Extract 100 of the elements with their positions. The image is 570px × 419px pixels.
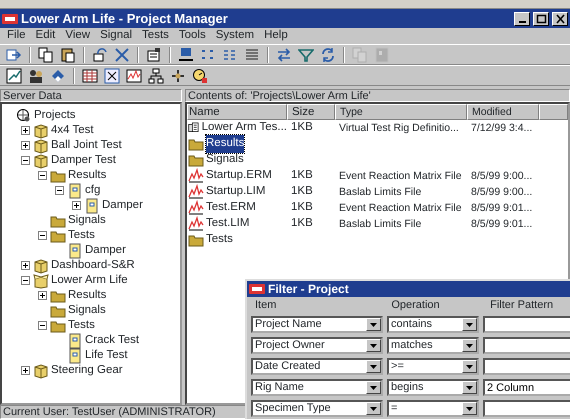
file-size: 1KB [290,120,314,136]
column-header[interactable]: Name [187,104,287,120]
operation-dropdown[interactable]: begins [387,379,479,396]
signal-button[interactable] [124,66,144,84]
column-header[interactable]: Size [287,104,335,120]
collapse-toggle[interactable] [55,186,64,195]
app-logo-icon [2,14,18,24]
file-name[interactable]: Test.ERM [206,199,256,217]
menu-item[interactable]: File [2,27,31,45]
plus-icon [73,202,80,209]
collapse-toggle[interactable] [38,321,47,330]
operation-dropdown[interactable]: >= [387,358,479,375]
chart-button[interactable] [4,66,24,84]
item-dropdown[interactable]: Project Name [251,316,384,333]
box-icon [33,152,49,168]
collapse-toggle[interactable] [38,171,47,180]
file-name[interactable]: Lower Arm Tes... [202,119,287,137]
matrix-button[interactable] [102,66,122,84]
expand-toggle[interactable] [38,291,47,300]
file-name[interactable]: Test.LIM [206,215,250,233]
item-dropdown[interactable]: Rig Name [251,379,384,396]
file-type: Event Reaction Matrix File [338,169,463,184]
tree-item[interactable]: Damper Test [49,152,118,170]
operation-dropdown[interactable]: contains [387,316,479,333]
file-name[interactable]: Results [206,135,244,153]
pattern-field[interactable] [483,358,570,375]
file-name[interactable]: Startup.ERM [206,167,272,185]
tree-item[interactable]: Life Test [83,346,130,364]
box-icon [33,138,49,154]
tree-item[interactable]: Results [66,166,108,184]
collapse-toggle[interactable] [21,156,30,165]
menu-item[interactable]: System [210,27,260,45]
large-buttons-icon[interactable] [176,46,196,64]
tree-item[interactable]: Crack Test [83,332,142,350]
menu-item[interactable]: Help [259,27,293,45]
tree-diagram-icon [148,68,164,84]
chart-icon [188,200,204,216]
gauge-button[interactable] [190,66,210,84]
tree-item[interactable]: Tests [66,316,97,334]
file-type: Baslab Limits File [338,217,422,232]
item-dropdown[interactable]: Project Owner [251,337,384,354]
filter-icon [298,46,314,62]
file-name[interactable]: Startup.LIM [206,183,266,201]
expand-toggle[interactable] [21,261,30,270]
chart-icon [188,216,204,232]
tree-item[interactable]: Ball Joint Test [49,136,124,154]
menu-item[interactable]: Edit [30,27,60,45]
menu-item[interactable]: View [60,27,96,45]
tree-item[interactable]: 4x4 Test [49,122,96,140]
tree-item[interactable]: Tests [66,226,97,244]
matrix-icon [104,68,120,84]
menu-item[interactable]: Signal [95,27,138,45]
column-header[interactable]: Type [335,104,467,120]
operation-dropdown[interactable]: = [387,400,479,417]
file-date: 8/5/99 9:01... [470,201,534,216]
minimize-button[interactable] [514,12,530,26]
app-logo-icon [249,284,265,294]
document-icon [67,348,83,364]
operation-dropdown[interactable]: matches [387,337,479,354]
collapse-toggle[interactable] [38,231,47,240]
expand-toggle[interactable] [21,141,30,150]
expand-toggle[interactable] [21,126,30,135]
file-date: 8/5/99 9:00... [470,169,534,184]
tree-item[interactable]: Lower Arm Life [49,272,130,290]
caret-icon [466,322,473,326]
expand-toggle[interactable] [72,201,81,210]
menu-item[interactable]: Tools [174,27,211,45]
plus-icon [22,262,29,269]
tree-diagram-button[interactable] [146,66,166,84]
file-name[interactable]: Signals [206,151,244,169]
item-dropdown[interactable]: Specimen Type [251,400,384,417]
tree-item[interactable]: Steering Gear [49,362,125,380]
tree-item[interactable]: Results [66,286,108,304]
file-size: 1KB [290,216,314,232]
item-dropdown[interactable]: Date Created [251,358,384,375]
table-button[interactable] [80,66,100,84]
swap-arrows-icon [276,46,292,62]
document-icon [67,242,83,258]
pattern-field[interactable] [483,316,570,333]
pattern-field[interactable]: 2 Column [483,379,570,396]
tree-item[interactable]: Signals [66,212,108,230]
tree-item[interactable]: Dashboard-S&R [49,256,137,274]
tree-item[interactable]: Damper [83,242,128,260]
tree-item[interactable]: cfg [83,182,102,200]
file-type: Event Reaction Matrix File [338,201,463,216]
expand-toggle[interactable] [21,366,30,375]
file-name[interactable]: Tests [206,231,233,249]
close-button[interactable] [552,12,568,26]
tree-item[interactable]: Projects [32,106,78,124]
tree-item[interactable]: Signals [66,302,108,320]
pattern-field[interactable] [483,400,570,417]
pattern-field[interactable] [483,337,570,354]
maximize-button[interactable] [533,12,549,26]
caret-icon [466,344,473,348]
tree-item[interactable]: Damper [100,196,145,214]
menu-item[interactable]: Tests [137,27,174,45]
details-icon [244,46,260,62]
file-size: 1KB [290,200,314,216]
collapse-toggle[interactable] [21,276,30,285]
column-header[interactable]: Modified [467,104,539,120]
